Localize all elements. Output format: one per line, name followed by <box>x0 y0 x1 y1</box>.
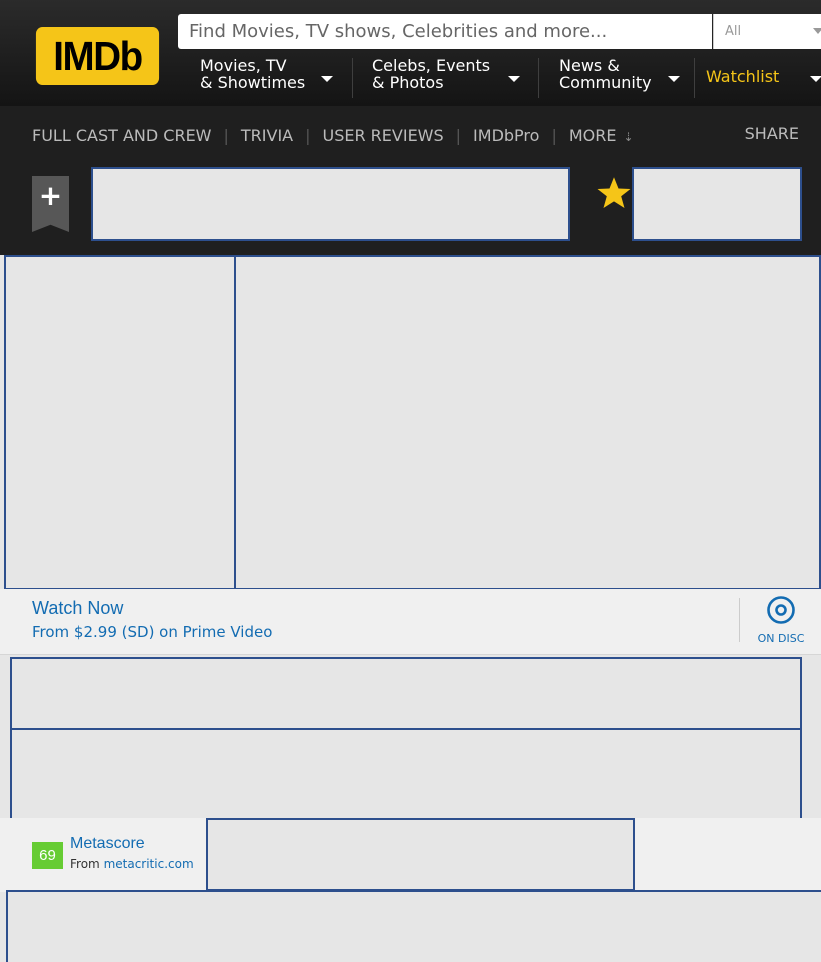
nav-news-community[interactable]: News & Community <box>559 57 687 99</box>
subnav-separator: | <box>223 125 229 145</box>
nav-divider <box>694 58 695 98</box>
nav-label-line2: & Photos <box>372 73 444 92</box>
chevron-down-icon <box>813 28 821 34</box>
search-category-label: All <box>725 24 742 39</box>
nav-movies-tv-showtimes[interactable]: Movies, TV & Showtimes <box>200 57 340 99</box>
add-to-watchlist-button[interactable]: + <box>32 176 69 232</box>
nav-label-line1: Movies, TV <box>200 56 287 75</box>
watch-now-link[interactable]: Watch Now <box>32 598 123 619</box>
subnav-trivia-link[interactable]: TRIVIA <box>241 126 293 145</box>
on-disc-label[interactable]: ON DISC <box>748 632 814 645</box>
subnav-user-reviews-link[interactable]: USER REVIEWS <box>323 126 444 145</box>
metascore-link[interactable]: Metascore <box>70 835 145 853</box>
subnav-more-link[interactable]: MORE ⇣ <box>569 126 634 145</box>
watchlist-label: Watchlist <box>706 67 780 86</box>
double-chevron-down-icon: ⇣ <box>623 129 634 144</box>
plus-icon: + <box>38 179 63 212</box>
chevron-down-icon <box>508 76 520 82</box>
nav-divider <box>352 58 353 98</box>
subnav-imdbpro-link[interactable]: IMDbPro <box>473 126 539 145</box>
chevron-down-icon <box>668 76 680 82</box>
rating-placeholder <box>632 167 802 241</box>
subnav-links: FULL CAST AND CREW | TRIVIA | USER REVIE… <box>32 124 634 146</box>
lower-section-placeholder <box>6 890 821 962</box>
share-link[interactable]: SHARE <box>745 124 799 143</box>
nav-celebs-events-photos[interactable]: Celebs, Events & Photos <box>372 57 527 99</box>
reviews-placeholder <box>206 818 635 891</box>
subnav-separator: | <box>551 125 557 145</box>
subnav-full-cast-link[interactable]: FULL CAST AND CREW <box>32 126 212 145</box>
nav-label-line1: Celebs, Events <box>372 56 491 75</box>
disc-icon[interactable] <box>766 595 796 625</box>
credits-placeholder <box>10 728 802 820</box>
chevron-down-icon <box>321 76 333 82</box>
search-box <box>178 14 712 49</box>
subnav-more-label: MORE <box>568 125 617 145</box>
subnav-separator: | <box>305 125 311 145</box>
metascore-source: From metacritic.com <box>70 857 207 871</box>
imdb-header: IMDb All Movies, TV & Showtimes Celebs, … <box>0 0 821 106</box>
subnav-separator: | <box>455 125 462 145</box>
title-block-placeholder <box>91 167 570 241</box>
plot-summary-placeholder <box>10 657 802 730</box>
trailer-video-placeholder <box>234 255 821 590</box>
nav-label-line2: & Showtimes <box>200 73 306 92</box>
nav-divider <box>538 58 539 98</box>
nav-label-line1: News & <box>559 56 620 75</box>
nav-watchlist[interactable]: Watchlist <box>706 57 821 99</box>
search-category-select[interactable]: All <box>713 14 821 49</box>
metascore-from-label: From <box>70 857 100 871</box>
poster-placeholder <box>4 255 236 590</box>
star-icon <box>597 177 631 208</box>
watch-divider <box>739 598 740 642</box>
search-input[interactable] <box>178 14 712 49</box>
metacritic-link[interactable]: metacritic.com <box>104 857 194 871</box>
imdb-logo[interactable]: IMDb <box>35 27 160 85</box>
chevron-down-icon <box>810 76 821 82</box>
watch-now-price[interactable]: From $2.99 (SD) on Prime Video <box>32 623 272 641</box>
metascore-badge: 69 <box>32 842 63 869</box>
